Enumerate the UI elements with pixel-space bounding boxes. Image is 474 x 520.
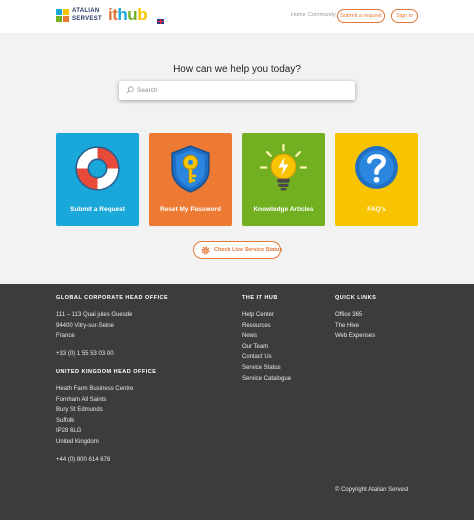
- uk-office-heading: UNITED KINGDOM HEAD OFFICE: [56, 369, 157, 375]
- footer-link-office-365[interactable]: Office 365: [335, 310, 375, 321]
- corporate-phone: +33 (0) 1 55 53 03 00: [56, 351, 114, 357]
- brand-logo[interactable]: ATALIAN SERVEST ithub: [56, 5, 164, 27]
- lightbulb-icon: [259, 143, 308, 191]
- site-header: ATALIAN SERVEST ithub Home Community Sub…: [0, 0, 474, 33]
- hero-section: How can we help you today? Submit a Requ…: [0, 33, 474, 284]
- card-label: Submit a Request: [70, 206, 125, 213]
- footer-link-help-center[interactable]: Help Center: [242, 310, 291, 321]
- card-submit-request[interactable]: Submit a Request: [56, 133, 139, 226]
- card-faqs[interactable]: FAQ's: [335, 133, 418, 226]
- search-box: [119, 81, 355, 100]
- search-input[interactable]: [137, 81, 347, 100]
- uk-address: Heath Farm Business Centre Fornham All S…: [56, 386, 134, 445]
- ithub-wordmark: ithub: [108, 5, 148, 24]
- card-label: Reset My Password: [159, 206, 222, 213]
- footer-link-our-team[interactable]: Our Team: [242, 342, 291, 353]
- submit-request-button[interactable]: Submit a request: [337, 9, 385, 23]
- gear-icon: [201, 246, 210, 255]
- footer-link-resources[interactable]: Resources: [242, 321, 291, 332]
- card-knowledge-articles[interactable]: Knowledge Articles: [242, 133, 325, 226]
- brand-name: ATALIAN SERVEST: [72, 8, 102, 22]
- key-shield-icon: [171, 145, 210, 193]
- uk-phone: +44 (0) 800 614 678: [56, 457, 111, 463]
- uk-flag-icon: [157, 19, 164, 24]
- footer-link-the-hive[interactable]: The Hive: [335, 321, 375, 332]
- card-label: FAQ's: [367, 206, 386, 213]
- footer-link-service-catalogue[interactable]: Service Catalogue: [242, 374, 291, 385]
- ithub-heading: THE IT HUB: [242, 295, 278, 301]
- question-icon: [355, 146, 398, 189]
- corporate-office-heading: GLOBAL CORPORATE HEAD OFFICE: [56, 295, 169, 301]
- quick-links-heading: QUICK LINKS: [335, 295, 377, 301]
- ithub-links: Help Center Resources News Our Team Cont…: [242, 310, 291, 384]
- corporate-address: 111 – 113 Quai jules Guesde 94400 Vitry-…: [56, 312, 133, 339]
- hero-title: How can we help you today?: [173, 64, 301, 75]
- site-footer: GLOBAL CORPORATE HEAD OFFICE 111 – 113 Q…: [0, 284, 474, 520]
- nav-community[interactable]: Community: [308, 12, 336, 18]
- lifebuoy-icon: [75, 146, 120, 191]
- copyright: © Copyright Atalian Servest: [335, 487, 409, 493]
- card-label: Knowledge Articles: [253, 206, 314, 213]
- quick-links: Office 365 The Hive Web Expenses: [335, 310, 375, 342]
- sign-in-button[interactable]: Sign in: [391, 9, 418, 23]
- search-icon: [126, 86, 134, 94]
- nav-home[interactable]: Home: [291, 12, 306, 18]
- footer-link-web-expenses[interactable]: Web Expenses: [335, 331, 375, 342]
- card-reset-password[interactable]: Reset My Password: [149, 133, 232, 226]
- status-button-label: Check Live Service Status: [214, 247, 283, 253]
- footer-link-service-status[interactable]: Service Status: [242, 363, 291, 374]
- footer-link-contact-us[interactable]: Contact Us: [242, 352, 291, 363]
- atalian-logo-icon: [56, 9, 70, 23]
- check-service-status-button[interactable]: Check Live Service Status: [193, 241, 283, 259]
- footer-link-news[interactable]: News: [242, 331, 291, 342]
